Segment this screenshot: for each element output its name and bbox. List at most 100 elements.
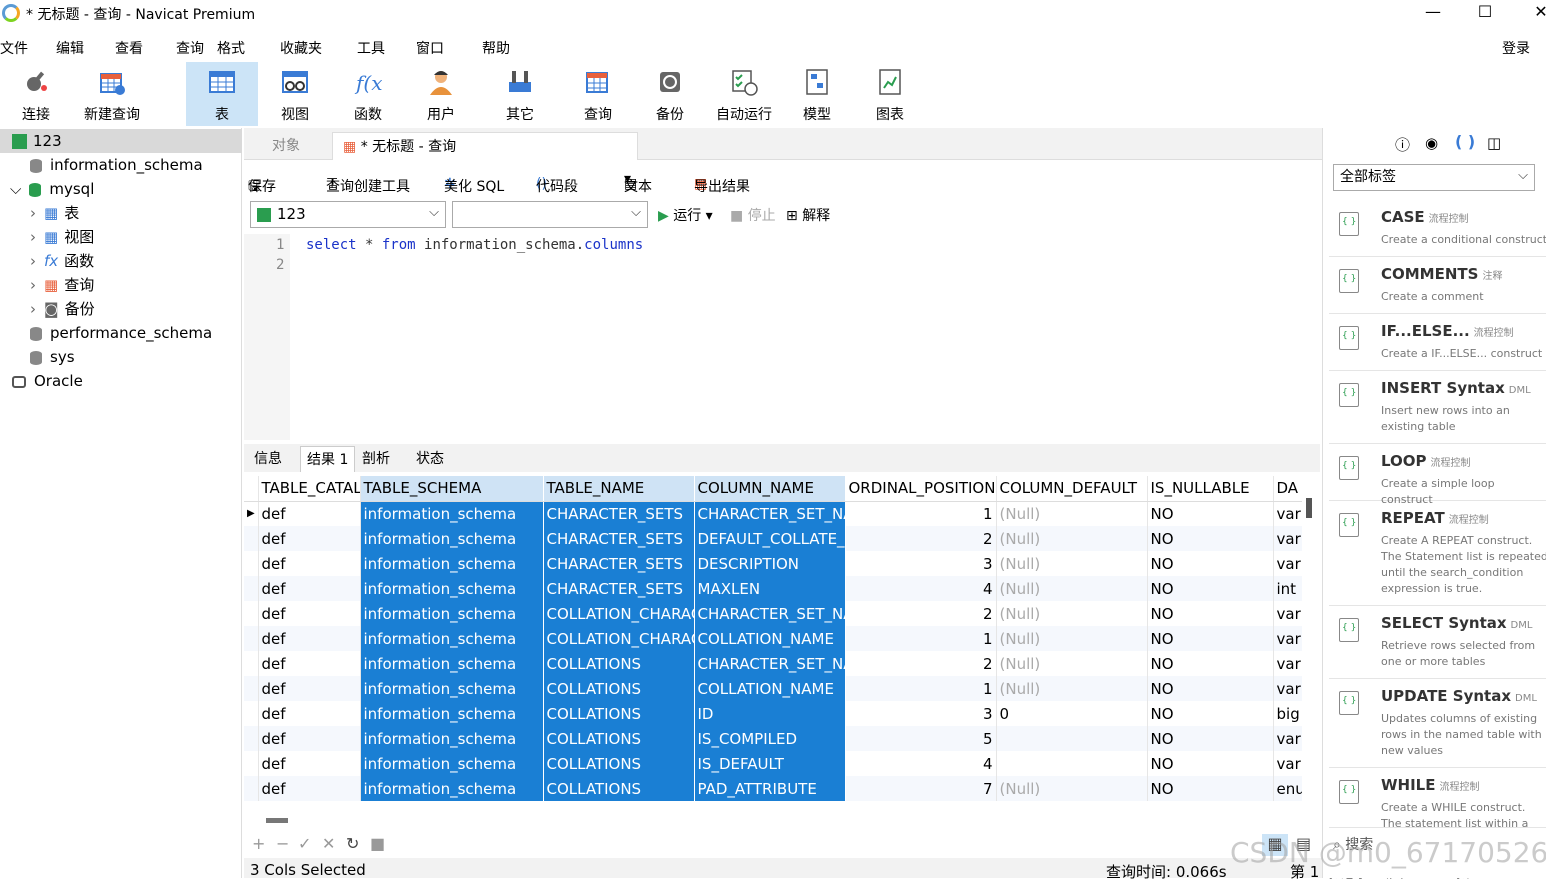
- table-cell[interactable]: 2: [845, 526, 997, 551]
- table-cell[interactable]: 3: [845, 551, 997, 576]
- table-cell[interactable]: CHARACTER_SETS: [543, 576, 695, 601]
- table-cell[interactable]: var: [1273, 726, 1302, 751]
- connect-button[interactable]: 连接: [0, 62, 72, 126]
- split-view-icon[interactable]: ◫: [1487, 134, 1501, 152]
- table-row[interactable]: definformation_schemaCOLLATION_CHARACTER…: [244, 601, 1302, 626]
- menu-window[interactable]: 窗口: [416, 38, 444, 58]
- table-cell[interactable]: (Null): [996, 651, 1148, 676]
- chevron-right-icon[interactable]: ›: [30, 300, 36, 318]
- table-cell[interactable]: var: [1273, 526, 1302, 551]
- table-cell[interactable]: information_schema: [360, 551, 544, 576]
- table-cell[interactable]: 4: [845, 751, 997, 776]
- add-record-icon[interactable]: +: [252, 834, 265, 853]
- tree-queries[interactable]: › ▦ 查询: [30, 273, 94, 297]
- table-cell[interactable]: 3: [845, 701, 997, 726]
- chart-button[interactable]: 图表: [854, 62, 926, 126]
- eye-icon[interactable]: ◉: [1425, 134, 1438, 152]
- login-link[interactable]: 登录: [1502, 38, 1530, 58]
- menu-tools[interactable]: 工具: [357, 38, 385, 58]
- tag-filter-select[interactable]: 全部标签: [1333, 163, 1535, 191]
- table-cell[interactable]: NO: [1147, 651, 1274, 676]
- function-button[interactable]: f(x) 函数: [332, 62, 404, 126]
- table-cell[interactable]: [996, 726, 1148, 751]
- table-cell[interactable]: PAD_ATTRIBUTE: [694, 776, 846, 801]
- tree-connection-123[interactable]: 123: [0, 129, 242, 153]
- table-cell[interactable]: NO: [1147, 776, 1274, 801]
- tab-objects[interactable]: 对象: [262, 132, 310, 160]
- table-cell[interactable]: CHARACTER_SET_NAME: [694, 651, 846, 676]
- column-header[interactable]: IS_NULLABLE: [1147, 476, 1274, 502]
- table-cell[interactable]: NO: [1147, 726, 1274, 751]
- horizontal-scrollbar[interactable]: [266, 818, 288, 823]
- braces-icon[interactable]: ( ): [1455, 132, 1475, 151]
- table-cell[interactable]: information_schema: [360, 676, 544, 701]
- table-cell[interactable]: 4: [845, 576, 997, 601]
- table-cell[interactable]: (Null): [996, 626, 1148, 651]
- table-cell[interactable]: information_schema: [360, 576, 544, 601]
- snippet-item[interactable]: REPEAT流程控制 Create A REPEAT construct. The…: [1329, 501, 1546, 606]
- database-select[interactable]: [452, 200, 648, 228]
- tree-db-mysql[interactable]: ⌵ mysql: [10, 177, 94, 201]
- table-cell[interactable]: var: [1273, 676, 1302, 701]
- table-cell[interactable]: DESCRIPTION: [694, 551, 846, 576]
- table-row[interactable]: def information_schema CHARACTER_SETS DESCR…: [244, 551, 1302, 576]
- table-cell[interactable]: COLLATIONS: [543, 676, 695, 701]
- table-cell[interactable]: 1: [845, 676, 997, 701]
- table-cell[interactable]: COLLATIONS: [543, 701, 695, 726]
- text-button[interactable]: ▤ 文本 ▾: [624, 171, 652, 195]
- table-cell[interactable]: def: [258, 751, 361, 776]
- table-cell[interactable]: NO: [1147, 701, 1274, 726]
- table-cell[interactable]: enu: [1273, 776, 1302, 801]
- info-icon[interactable]: ⓘ: [1395, 134, 1410, 155]
- table-cell[interactable]: MAXLEN: [694, 576, 846, 601]
- table-cell[interactable]: def: [258, 651, 361, 676]
- autorun-button[interactable]: 自动运行: [708, 62, 780, 126]
- tree-views[interactable]: › ▦ 视图: [30, 225, 94, 249]
- sql-code-line-1[interactable]: select * from information_schema.columns: [306, 237, 643, 253]
- table-cell[interactable]: COLLATION_NAME: [694, 676, 846, 701]
- table-cell[interactable]: COLLATIONS: [543, 726, 695, 751]
- table-cell[interactable]: information_schema: [360, 601, 544, 626]
- column-header[interactable]: COLUMN_NAME: [694, 476, 846, 502]
- table-cell[interactable]: NO: [1147, 751, 1274, 776]
- table-cell[interactable]: var: [1273, 651, 1302, 676]
- table-cell[interactable]: COLLATIONS: [543, 651, 695, 676]
- stop-button[interactable]: ■ 停止: [730, 205, 776, 225]
- table-row[interactable]: def information_schema COLLATIONS IS_COMPIL…: [244, 726, 1302, 751]
- column-header[interactable]: ORDINAL_POSITION: [845, 476, 997, 502]
- chevron-right-icon[interactable]: ›: [30, 204, 36, 222]
- table-cell[interactable]: information_schema: [360, 501, 544, 526]
- close-button[interactable]: ✕: [1526, 2, 1546, 24]
- menu-help[interactable]: 帮助: [482, 38, 510, 58]
- table-cell[interactable]: def: [258, 501, 361, 526]
- table-cell[interactable]: CHARACTER_SET_NAME: [694, 501, 846, 526]
- table-cell[interactable]: def: [258, 626, 361, 651]
- table-cell[interactable]: var: [1273, 751, 1302, 776]
- table-row[interactable]: def information_schema COLLATIONS IS_DEFAUL…: [244, 751, 1302, 776]
- user-button[interactable]: 用户: [405, 62, 477, 126]
- table-cell[interactable]: CHARACTER_SETS: [543, 526, 695, 551]
- table-cell[interactable]: def: [258, 526, 361, 551]
- table-cell[interactable]: 2: [845, 651, 997, 676]
- menu-query[interactable]: 查询: [176, 38, 204, 58]
- table-cell[interactable]: NO: [1147, 526, 1274, 551]
- table-cell[interactable]: (Null): [996, 776, 1148, 801]
- vertical-scrollbar[interactable]: [1306, 498, 1312, 518]
- table-button[interactable]: 表: [186, 62, 258, 126]
- connection-select[interactable]: 123: [250, 200, 446, 228]
- table-cell[interactable]: big: [1273, 701, 1302, 726]
- table-cell[interactable]: information_schema: [360, 626, 544, 651]
- table-cell[interactable]: 0: [996, 701, 1148, 726]
- table-cell[interactable]: (Null): [996, 576, 1148, 601]
- tree-connection-oracle[interactable]: Oracle: [12, 369, 83, 393]
- menu-favorites[interactable]: 收藏夹: [280, 38, 322, 58]
- table-cell[interactable]: 1: [845, 501, 997, 526]
- snippet-item[interactable]: SELECT SyntaxDML Retrieve rows selected f…: [1329, 606, 1546, 679]
- delete-record-icon[interactable]: −: [276, 834, 289, 853]
- table-cell[interactable]: def: [258, 601, 361, 626]
- table-cell[interactable]: information_schema: [360, 526, 544, 551]
- table-cell[interactable]: NO: [1147, 551, 1274, 576]
- table-row[interactable]: def information_schema CHARACTER_SETS MAXLE…: [244, 576, 1302, 601]
- stop-icon[interactable]: ■: [370, 834, 385, 853]
- table-row[interactable]: definformation_schemaCOLLATION_CHARACTER…: [244, 626, 1302, 651]
